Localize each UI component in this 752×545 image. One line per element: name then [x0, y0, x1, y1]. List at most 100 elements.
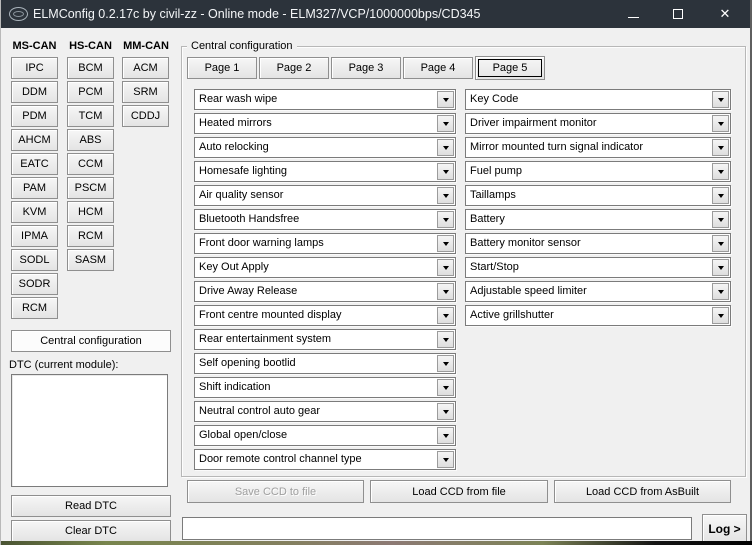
module-button-eatc[interactable]: EATC: [11, 153, 58, 175]
tab-page-5[interactable]: Page 5: [475, 56, 545, 80]
module-button-rcm-ms[interactable]: RCM: [11, 297, 58, 319]
log-button[interactable]: Log >: [702, 514, 747, 543]
dropdown-arrow-icon[interactable]: [437, 427, 454, 444]
module-button-pdm[interactable]: PDM: [11, 105, 58, 127]
combo-auto-relocking[interactable]: Auto relocking: [194, 137, 456, 158]
minimize-button[interactable]: [617, 0, 649, 28]
combo-mirror-mounted-turn-signal-indicator[interactable]: Mirror mounted turn signal indicator: [465, 137, 731, 158]
dropdown-arrow-icon[interactable]: [437, 115, 454, 132]
module-button-ipc[interactable]: IPC: [11, 57, 58, 79]
dropdown-arrow-icon[interactable]: [437, 259, 454, 276]
combo-heated-mirrors[interactable]: Heated mirrors: [194, 113, 456, 134]
combo-taillamps[interactable]: Taillamps: [465, 185, 731, 206]
module-button-bcm[interactable]: BCM: [67, 57, 114, 79]
maximize-icon: [673, 9, 683, 19]
combo-door-remote-control-channel-type[interactable]: Door remote control channel type: [194, 449, 456, 470]
dropdown-arrow-icon[interactable]: [712, 307, 729, 324]
module-button-rcm-hs[interactable]: RCM: [67, 225, 114, 247]
module-button-sodr[interactable]: SODR: [11, 273, 58, 295]
dropdown-arrow-icon[interactable]: [437, 139, 454, 156]
combo-bluetooth-handsfree[interactable]: Bluetooth Handsfree: [194, 209, 456, 230]
dropdown-arrow-icon[interactable]: [712, 91, 729, 108]
dropdown-arrow-icon[interactable]: [712, 235, 729, 252]
combo-neutral-control-auto-gear[interactable]: Neutral control auto gear: [194, 401, 456, 422]
module-button-kvm[interactable]: KVM: [11, 201, 58, 223]
combo-battery-monitor-sensor[interactable]: Battery monitor sensor: [465, 233, 731, 254]
module-button-hcm[interactable]: HCM: [67, 201, 114, 223]
dropdown-arrow-icon[interactable]: [437, 187, 454, 204]
load-ccd-from-asbuilt-button[interactable]: Load CCD from AsBuilt: [554, 480, 731, 503]
tab-page-4[interactable]: Page 4: [403, 57, 473, 79]
combo-fuel-pump[interactable]: Fuel pump: [465, 161, 731, 182]
combo-front-centre-mounted-display[interactable]: Front centre mounted display: [194, 305, 456, 326]
combo-key-code[interactable]: Key Code: [465, 89, 731, 110]
module-button-cddj[interactable]: CDDJ: [122, 105, 169, 127]
dropdown-arrow-icon[interactable]: [712, 187, 729, 204]
close-button[interactable]: ✕: [707, 0, 743, 28]
module-button-srm[interactable]: SRM: [122, 81, 169, 103]
dropdown-arrow-icon[interactable]: [437, 355, 454, 372]
module-button-tcm[interactable]: TCM: [67, 105, 114, 127]
dropdown-arrow-icon[interactable]: [712, 211, 729, 228]
dropdown-arrow-icon[interactable]: [712, 163, 729, 180]
dropdown-arrow-icon[interactable]: [437, 379, 454, 396]
dropdown-arrow-icon[interactable]: [437, 331, 454, 348]
chevron-down-icon: [443, 194, 449, 198]
combo-start-stop[interactable]: Start/Stop: [465, 257, 731, 278]
chevron-down-icon: [443, 410, 449, 414]
module-button-pscm[interactable]: PSCM: [67, 177, 114, 199]
combo-front-door-warning-lamps[interactable]: Front door warning lamps: [194, 233, 456, 254]
module-button-ahcm[interactable]: AHCM: [11, 129, 58, 151]
combo-global-open-close[interactable]: Global open/close: [194, 425, 456, 446]
combo-air-quality-sensor[interactable]: Air quality sensor: [194, 185, 456, 206]
combo-value: Shift indication: [199, 378, 435, 397]
module-button-ipma[interactable]: IPMA: [11, 225, 58, 247]
tab-page-2[interactable]: Page 2: [259, 57, 329, 79]
combo-key-out-apply[interactable]: Key Out Apply: [194, 257, 456, 278]
dropdown-arrow-icon[interactable]: [437, 163, 454, 180]
combo-homesafe-lighting[interactable]: Homesafe lighting: [194, 161, 456, 182]
module-button-pam[interactable]: PAM: [11, 177, 58, 199]
combo-value: Active grillshutter: [470, 306, 710, 325]
chevron-down-icon: [718, 146, 724, 150]
combo-shift-indication[interactable]: Shift indication: [194, 377, 456, 398]
load-ccd-from-file-button[interactable]: Load CCD from file: [370, 480, 548, 503]
minimize-icon: [628, 17, 639, 18]
dropdown-arrow-icon[interactable]: [437, 451, 454, 468]
module-button-ccm[interactable]: CCM: [67, 153, 114, 175]
dropdown-arrow-icon[interactable]: [437, 403, 454, 420]
module-button-abs[interactable]: ABS: [67, 129, 114, 151]
dropdown-arrow-icon[interactable]: [712, 139, 729, 156]
dropdown-arrow-icon[interactable]: [437, 307, 454, 324]
combo-battery[interactable]: Battery: [465, 209, 731, 230]
combo-adjustable-speed-limiter[interactable]: Adjustable speed limiter: [465, 281, 731, 302]
dropdown-arrow-icon[interactable]: [712, 283, 729, 300]
combo-drive-away-release[interactable]: Drive Away Release: [194, 281, 456, 302]
dtc-listbox[interactable]: [11, 374, 168, 487]
combo-driver-impairment-monitor[interactable]: Driver impairment monitor: [465, 113, 731, 134]
dropdown-arrow-icon[interactable]: [712, 259, 729, 276]
maximize-button[interactable]: [662, 0, 694, 28]
dropdown-arrow-icon[interactable]: [437, 283, 454, 300]
save-ccd-to-file-button[interactable]: Save CCD to file: [187, 480, 364, 503]
combo-rear-wash-wipe[interactable]: Rear wash wipe: [194, 89, 456, 110]
module-button-ddm[interactable]: DDM: [11, 81, 58, 103]
log-input[interactable]: [182, 517, 692, 540]
tab-page-1[interactable]: Page 1: [187, 57, 257, 79]
read-dtc-button[interactable]: Read DTC: [11, 495, 171, 517]
combo-rear-entertainment-system[interactable]: Rear entertainment system: [194, 329, 456, 350]
clear-dtc-button[interactable]: Clear DTC: [11, 520, 171, 542]
combo-self-opening-bootlid[interactable]: Self opening bootlid: [194, 353, 456, 374]
combo-active-grillshutter[interactable]: Active grillshutter: [465, 305, 731, 326]
module-button-pcm[interactable]: PCM: [67, 81, 114, 103]
dropdown-arrow-icon[interactable]: [712, 115, 729, 132]
module-button-sasm[interactable]: SASM: [67, 249, 114, 271]
module-button-sodl[interactable]: SODL: [11, 249, 58, 271]
dropdown-arrow-icon[interactable]: [437, 211, 454, 228]
central-configuration-button[interactable]: Central configuration: [11, 330, 171, 352]
module-button-acm[interactable]: ACM: [122, 57, 169, 79]
dropdown-arrow-icon[interactable]: [437, 91, 454, 108]
dropdown-arrow-icon[interactable]: [437, 235, 454, 252]
tab-page-3[interactable]: Page 3: [331, 57, 401, 79]
chevron-down-icon: [443, 458, 449, 462]
